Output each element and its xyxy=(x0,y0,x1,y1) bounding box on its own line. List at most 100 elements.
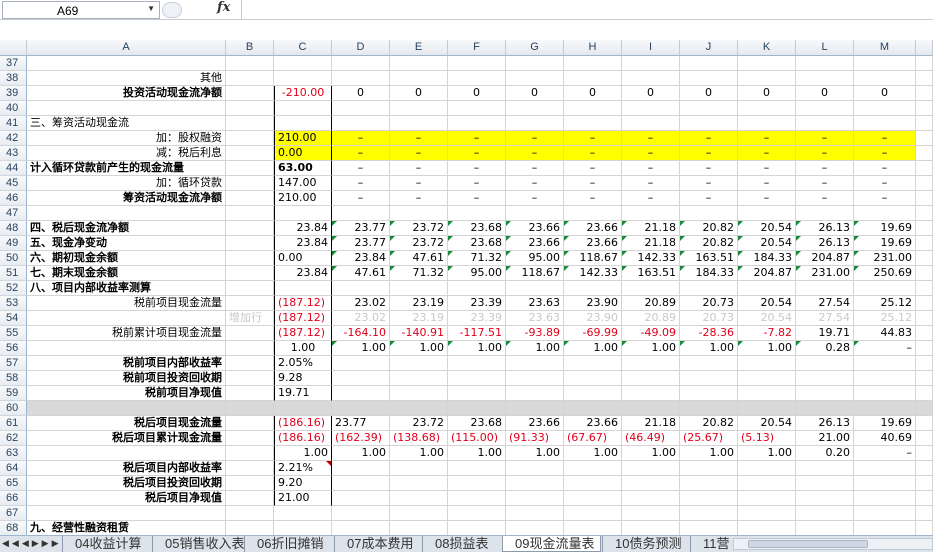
cell-a61[interactable]: 税后项目现金流量 xyxy=(27,416,226,431)
cell-k57[interactable] xyxy=(738,356,796,371)
cell-c45[interactable]: 147.00 xyxy=(274,176,332,191)
cell-i61[interactable]: 21.18 xyxy=(622,416,680,431)
column-header-b[interactable]: B xyxy=(226,40,274,56)
cell-b37[interactable] xyxy=(226,56,274,71)
cell-h67[interactable] xyxy=(564,506,622,521)
cell-k64[interactable] xyxy=(738,461,796,476)
cell-a37[interactable] xyxy=(27,56,226,71)
cell-b54[interactable]: 增加行 xyxy=(226,311,274,326)
cell-j43[interactable]: – xyxy=(680,146,738,161)
cell-e47[interactable] xyxy=(390,206,448,221)
cell-a44[interactable]: 计入循环贷款前产生的现金流量 xyxy=(27,161,226,176)
cell-c59[interactable]: 19.71 xyxy=(274,386,332,401)
cell-b42[interactable] xyxy=(226,131,274,146)
cell-m54[interactable]: 25.12 xyxy=(854,311,916,326)
cell-j44[interactable]: – xyxy=(680,161,738,176)
cell-f68[interactable] xyxy=(448,521,506,536)
cell-h53[interactable]: 23.90 xyxy=(564,296,622,311)
cell-c48[interactable]: 23.84 xyxy=(274,221,332,236)
row-header[interactable]: 66 xyxy=(0,491,27,506)
cell-i46[interactable]: – xyxy=(622,191,680,206)
cell-b53[interactable] xyxy=(226,296,274,311)
cell-f48[interactable]: 23.68 xyxy=(448,221,506,236)
cell-f41[interactable] xyxy=(448,116,506,131)
cell-k54[interactable]: 20.54 xyxy=(738,311,796,326)
cell-m47[interactable] xyxy=(854,206,916,221)
cell-h43[interactable]: – xyxy=(564,146,622,161)
cell-l68[interactable] xyxy=(796,521,854,536)
cell-d59[interactable] xyxy=(332,386,390,401)
cell-e53[interactable]: 23.19 xyxy=(390,296,448,311)
cell-f55[interactable]: -117.51 xyxy=(448,326,506,341)
cell-h47[interactable] xyxy=(564,206,622,221)
cell-c60[interactable] xyxy=(274,401,332,416)
cell-i45[interactable]: – xyxy=(622,176,680,191)
cell-h44[interactable]: – xyxy=(564,161,622,176)
cell-i52[interactable] xyxy=(622,281,680,296)
cell-l45[interactable]: – xyxy=(796,176,854,191)
cell-m63[interactable]: – xyxy=(854,446,916,461)
row-header[interactable]: 68 xyxy=(0,521,27,536)
cell-e37[interactable] xyxy=(390,56,448,71)
name-box[interactable]: A69 ▼ xyxy=(2,1,160,19)
cell-l61[interactable]: 26.13 xyxy=(796,416,854,431)
cell-l58[interactable] xyxy=(796,371,854,386)
row-header[interactable]: 40 xyxy=(0,101,27,116)
cell-d68[interactable] xyxy=(332,521,390,536)
cell-k68[interactable] xyxy=(738,521,796,536)
sheet-tab[interactable]: 08损益表 xyxy=(422,536,494,552)
cell-b61[interactable] xyxy=(226,416,274,431)
cell-c64[interactable]: 2.21% xyxy=(274,461,332,476)
cell-i50[interactable]: 142.33 xyxy=(622,251,680,266)
cell-d67[interactable] xyxy=(332,506,390,521)
cell-e45[interactable]: – xyxy=(390,176,448,191)
cell-f66[interactable] xyxy=(448,491,506,506)
cell-f38[interactable] xyxy=(448,71,506,86)
cell-b58[interactable] xyxy=(226,371,274,386)
cell-c37[interactable] xyxy=(274,56,332,71)
cell-e54[interactable]: 23.19 xyxy=(390,311,448,326)
cell-m57[interactable] xyxy=(854,356,916,371)
cell-m68[interactable] xyxy=(854,521,916,536)
cell-f65[interactable] xyxy=(448,476,506,491)
cell-b66[interactable] xyxy=(226,491,274,506)
cell-k51[interactable]: 204.87 xyxy=(738,266,796,281)
cell-g53[interactable]: 23.63 xyxy=(506,296,564,311)
cell-n40[interactable] xyxy=(916,101,933,116)
row-header[interactable]: 64 xyxy=(0,461,27,476)
row-header[interactable]: 63 xyxy=(0,446,27,461)
cell-c40[interactable] xyxy=(274,101,332,116)
cell-l57[interactable] xyxy=(796,356,854,371)
cell-j45[interactable]: – xyxy=(680,176,738,191)
row-header[interactable]: 58 xyxy=(0,371,27,386)
cell-k50[interactable]: 184.33 xyxy=(738,251,796,266)
select-all-corner[interactable] xyxy=(0,40,27,56)
cell-c43[interactable]: 0.00 xyxy=(274,146,332,161)
cell-i39[interactable]: 0 xyxy=(622,86,680,101)
cell-n62[interactable] xyxy=(916,431,933,446)
cell-k55[interactable]: -7.82 xyxy=(738,326,796,341)
cell-f43[interactable]: – xyxy=(448,146,506,161)
cell-i67[interactable] xyxy=(622,506,680,521)
cell-a41[interactable]: 三、筹资活动现金流 xyxy=(27,116,226,131)
cell-a53[interactable]: 税前项目现金流量 xyxy=(27,296,226,311)
cell-j59[interactable] xyxy=(680,386,738,401)
cell-d64[interactable] xyxy=(332,461,390,476)
cell-n53[interactable] xyxy=(916,296,933,311)
cell-l54[interactable]: 27.54 xyxy=(796,311,854,326)
cell-h57[interactable] xyxy=(564,356,622,371)
cell-g43[interactable]: – xyxy=(506,146,564,161)
cell-c46[interactable]: 210.00 xyxy=(274,191,332,206)
cell-j65[interactable] xyxy=(680,476,738,491)
cell-d63[interactable]: 1.00 xyxy=(332,446,390,461)
cell-i49[interactable]: 21.18 xyxy=(622,236,680,251)
cell-h52[interactable] xyxy=(564,281,622,296)
cell-a51[interactable]: 七、期末现金余额 xyxy=(27,266,226,281)
cell-g63[interactable]: 1.00 xyxy=(506,446,564,461)
cell-n37[interactable] xyxy=(916,56,933,71)
cell-c44[interactable]: 63.00 xyxy=(274,161,332,176)
cell-d54[interactable]: 23.02 xyxy=(332,311,390,326)
cell-f64[interactable] xyxy=(448,461,506,476)
cell-k49[interactable]: 20.54 xyxy=(738,236,796,251)
cell-a62[interactable]: 税后项目累计现金流量 xyxy=(27,431,226,446)
